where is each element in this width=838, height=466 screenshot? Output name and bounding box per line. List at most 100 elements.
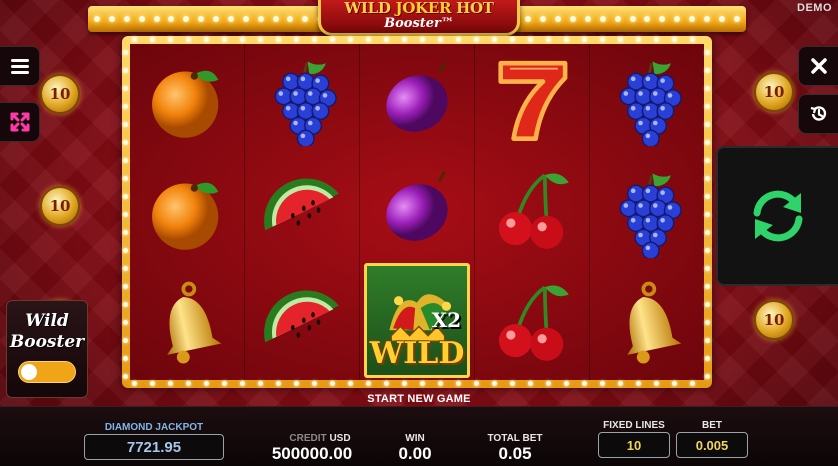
frame-bulb <box>186 381 191 386</box>
logo-word-joker: JOKER <box>395 0 452 17</box>
frame-bulb <box>123 194 128 199</box>
frame-bulb <box>366 381 371 386</box>
plum-icon <box>386 62 448 133</box>
frame-bulb <box>276 37 281 42</box>
marquee-bulb <box>123 16 130 22</box>
frame-bulb <box>312 381 317 386</box>
frame-bulb <box>294 381 299 386</box>
marquee-bulb <box>718 16 725 22</box>
grapes-icon <box>274 61 337 146</box>
marquee-bulb <box>689 16 695 22</box>
frame-bulb <box>123 176 128 181</box>
win-value: 0.00 <box>398 444 432 463</box>
wild-booster-toggle[interactable] <box>18 361 76 383</box>
symbol-cherries <box>475 156 589 268</box>
frame-bulb <box>258 381 263 386</box>
frame-bulb <box>123 104 128 109</box>
frame-bulb <box>168 37 173 42</box>
frame-bulb <box>348 37 353 42</box>
frame-bulb <box>705 374 710 379</box>
marquee-bulb <box>674 16 681 22</box>
reel-1 <box>130 44 245 380</box>
frame-bulb <box>348 381 353 386</box>
reel-2 <box>245 44 360 380</box>
symbol-grapes <box>590 44 704 156</box>
frame-bulb <box>258 37 263 42</box>
fullscreen-icon <box>10 112 29 132</box>
frame-bulb <box>672 381 677 386</box>
frame-bulb <box>438 37 443 42</box>
frame-bulb <box>123 140 128 145</box>
seven-icon <box>498 60 568 141</box>
marquee-bulb <box>540 16 547 22</box>
orange-icon <box>152 182 219 250</box>
marquee-bulb <box>703 16 710 22</box>
line-coin-right-top: 10 <box>754 72 794 112</box>
symbol-orange <box>130 44 244 156</box>
start-new-game-button[interactable]: START NEW GAME <box>0 393 838 405</box>
frame-bulb <box>123 302 128 307</box>
marquee-bulb <box>614 16 621 22</box>
toggle-knob <box>21 364 37 380</box>
marquee-bulb <box>242 16 249 22</box>
reel-frame: X2 WILD <box>122 36 712 388</box>
close-button[interactable] <box>798 46 838 86</box>
marquee-bulb <box>108 16 115 22</box>
frame-bulb <box>240 381 245 386</box>
close-icon <box>810 58 827 74</box>
booster-title-line2: Booster <box>9 332 85 352</box>
frame-bulb <box>123 374 128 379</box>
frame-bulb <box>123 68 128 73</box>
bet-value-selector[interactable]: 0.005 <box>676 432 748 458</box>
frame-bulb <box>123 158 128 163</box>
frame-bulb <box>132 37 137 42</box>
orange-icon <box>152 70 219 138</box>
frame-bulb <box>438 381 443 386</box>
frame-bulb <box>123 230 128 235</box>
frame-bulb <box>123 212 128 217</box>
line-coin-left-mid: 10 <box>40 186 80 226</box>
frame-bulb <box>528 37 533 42</box>
marquee-bulb <box>94 16 100 22</box>
marquee-bulb <box>644 16 651 22</box>
symbol-cherries <box>475 268 589 380</box>
frame-bulb <box>276 381 281 386</box>
spin-button[interactable] <box>716 146 838 286</box>
marquee-bulb <box>659 16 666 22</box>
frame-bulb <box>474 381 479 386</box>
frame-bulb <box>672 37 677 42</box>
frame-bulb <box>705 212 710 217</box>
frame-bulb <box>705 284 710 289</box>
frame-bulb <box>582 381 587 386</box>
history-button[interactable] <box>798 94 838 134</box>
symbol-orange <box>130 156 244 268</box>
frame-bulb <box>705 194 710 199</box>
bell-icon <box>627 281 682 364</box>
frame-bulb <box>150 37 155 42</box>
watermelon-icon <box>264 178 339 231</box>
marquee-bulb <box>629 16 636 22</box>
frame-bulb <box>402 381 407 386</box>
fullscreen-button[interactable] <box>0 102 40 142</box>
refresh-arrows-icon <box>753 190 803 242</box>
frame-bulb <box>636 37 641 42</box>
marquee-bulb <box>272 16 279 22</box>
marquee-bulb <box>257 16 264 22</box>
frame-bulb <box>456 381 461 386</box>
frame-bulb <box>123 356 128 361</box>
line-coin-right-bottom: 10 <box>754 300 794 340</box>
frame-bulb <box>705 140 710 145</box>
menu-button[interactable] <box>0 46 40 86</box>
frame-bulb <box>456 37 461 42</box>
frame-bulb <box>600 381 605 386</box>
watermelon-icon <box>264 290 339 343</box>
symbol-bell <box>130 268 244 380</box>
total-bet-label: TOTAL BET <box>487 433 543 444</box>
jackpot-value: 7721.95 <box>84 434 224 460</box>
frame-bulb <box>654 37 659 42</box>
marquee-bulb <box>183 16 190 22</box>
bet-label: BET <box>702 420 722 431</box>
frame-bulb <box>705 122 710 127</box>
frame-bulb <box>564 37 569 42</box>
game-logo: WILD JOKER HOT Booster™ <box>318 0 520 36</box>
